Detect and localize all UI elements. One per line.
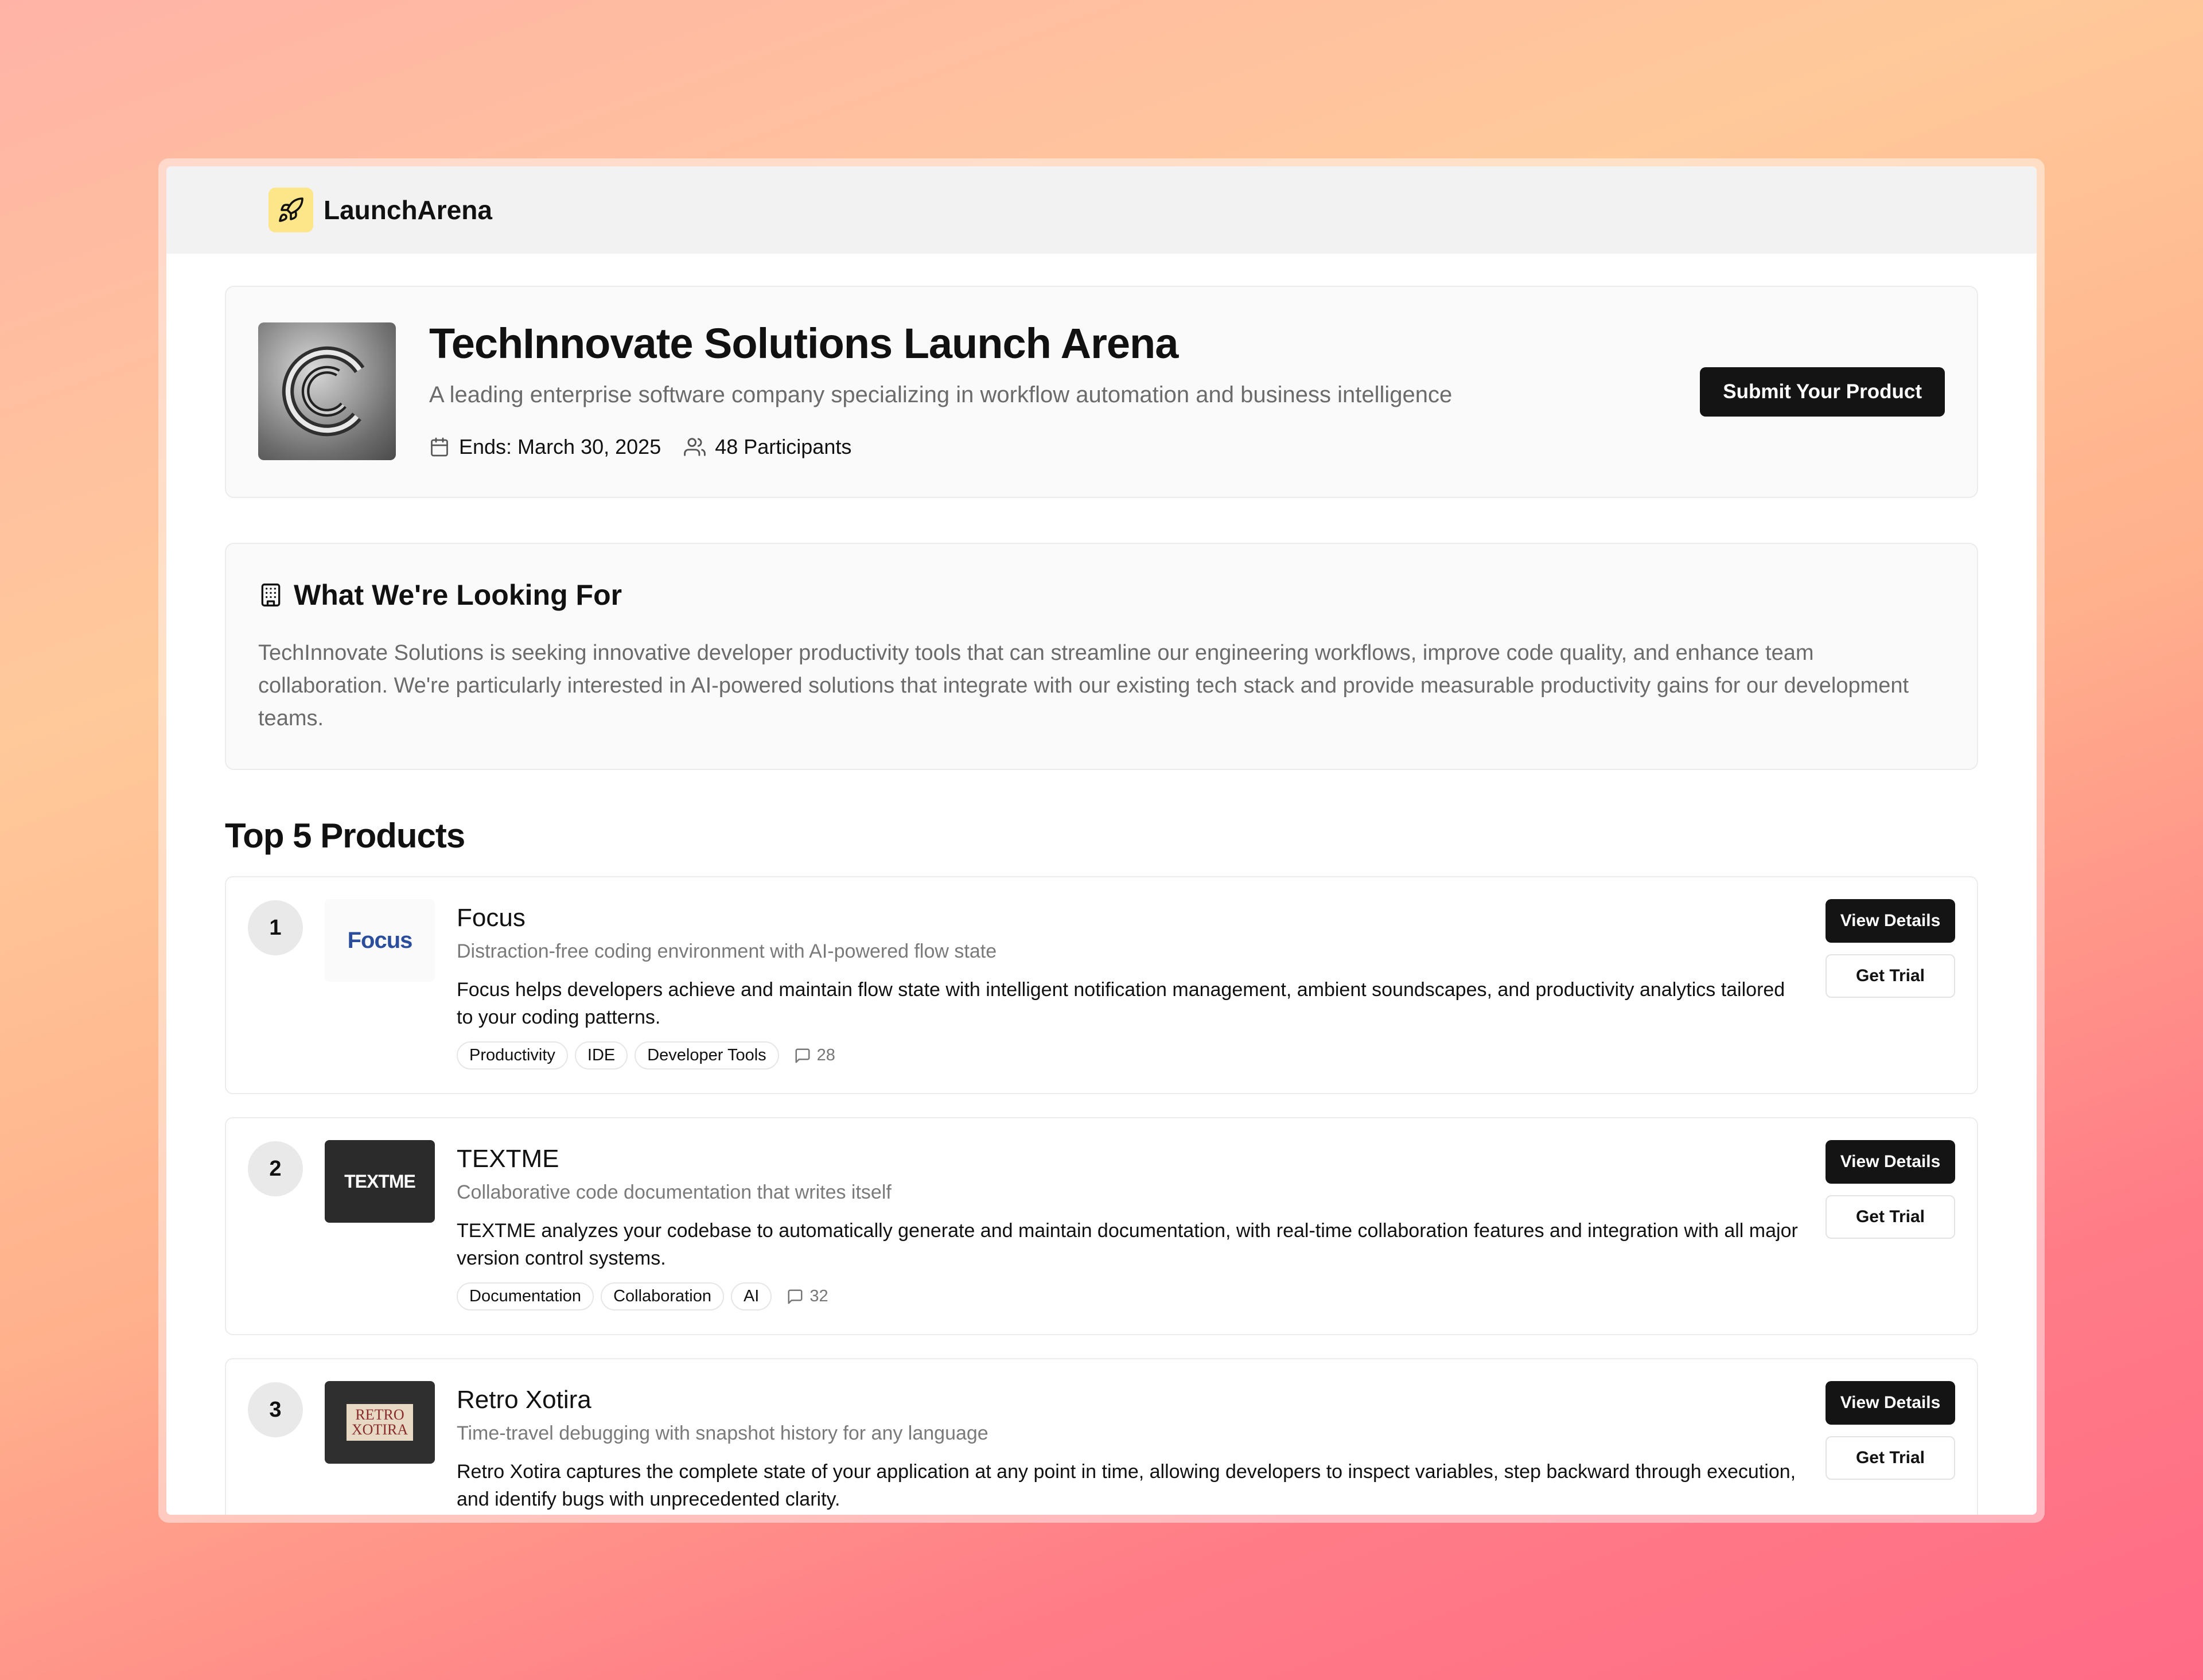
- tag-chip[interactable]: Developer Tools: [635, 1041, 779, 1070]
- submit-product-button[interactable]: Submit Your Product: [1700, 367, 1945, 417]
- brand-name[interactable]: LaunchArena: [324, 195, 492, 225]
- product-card: 3 RETRO XOTIRA Retro Xotira Time-travel …: [225, 1358, 1978, 1515]
- product-logo: Focus: [325, 899, 435, 982]
- app-content: LaunchArena TechInnovate Solutions Launc…: [166, 166, 2037, 1515]
- calendar-icon: [431, 437, 448, 457]
- product-card: 2 TEXTME TEXTME Collaborative code docum…: [225, 1117, 1978, 1335]
- comment-icon: [795, 1048, 810, 1063]
- rocket-icon[interactable]: [268, 188, 313, 232]
- tag-chip[interactable]: IDE: [574, 1041, 628, 1070]
- comment-count-text: 32: [809, 1287, 828, 1305]
- view-details-button[interactable]: View Details: [1826, 1140, 1955, 1184]
- users-icon: [684, 438, 706, 456]
- comment-count-text: 28: [816, 1046, 835, 1064]
- product-logo-text: TEXTME: [344, 1170, 416, 1192]
- product-logo: TEXTME: [325, 1140, 435, 1223]
- tag-chip[interactable]: Productivity: [457, 1041, 568, 1070]
- comment-count[interactable]: 28: [794, 1046, 835, 1065]
- product-logo-text: Focus: [347, 927, 413, 953]
- product-description: Retro Xotira captures the complete state…: [457, 1461, 1796, 1510]
- view-details-button[interactable]: View Details: [1826, 899, 1955, 943]
- looking-for-header: What We're Looking For: [258, 578, 622, 612]
- tag-chip[interactable]: AI: [730, 1282, 772, 1310]
- looking-for-title: What We're Looking For: [294, 579, 622, 611]
- participants: 48 Participants: [684, 435, 851, 459]
- app-window: LaunchArena TechInnovate Solutions Launc…: [158, 158, 2045, 1523]
- participants-text: 48 Participants: [715, 435, 852, 458]
- end-date-text: Ends: March 30, 2025: [459, 435, 661, 458]
- product-name[interactable]: Focus: [457, 904, 526, 932]
- product-tagline: Distraction-free coding environment with…: [457, 940, 997, 962]
- arena-title: TechInnovate Solutions Launch Arena: [429, 320, 1178, 367]
- top-products-title: Top 5 Products: [225, 816, 465, 855]
- looking-for-body: TechInnovate Solutions is seeking innova…: [258, 641, 1909, 730]
- looking-for-card: What We're Looking For TechInnovate Solu…: [225, 543, 1978, 770]
- end-date: Ends: March 30, 2025: [429, 435, 661, 459]
- building-icon: [261, 584, 281, 606]
- arena-hero-card: TechInnovate Solutions Launch Arena A le…: [225, 286, 1978, 498]
- arena-subtitle: A leading enterprise software company sp…: [429, 382, 1453, 407]
- tag-chip[interactable]: Collaboration: [601, 1282, 724, 1310]
- company-logo: [258, 322, 396, 460]
- top-navbar: LaunchArena: [166, 166, 2037, 254]
- product-tags: Productivity IDE Developer Tools 28: [457, 1041, 835, 1070]
- comment-count[interactable]: 32: [787, 1287, 828, 1306]
- product-description: TEXTME analyzes your codebase to automat…: [457, 1220, 1798, 1269]
- tag-chip[interactable]: Documentation: [457, 1282, 594, 1310]
- get-trial-button[interactable]: Get Trial: [1826, 1436, 1955, 1480]
- product-tags: Documentation Collaboration AI 32: [457, 1282, 828, 1310]
- product-logo: RETRO XOTIRA: [325, 1381, 435, 1464]
- get-trial-button[interactable]: Get Trial: [1826, 954, 1955, 998]
- rank-badge: 3: [248, 1382, 303, 1437]
- arena-meta: Ends: March 30, 2025 48 Participants: [429, 435, 874, 459]
- view-details-button[interactable]: View Details: [1826, 1381, 1955, 1425]
- rank-badge: 1: [248, 900, 303, 955]
- rank-badge: 2: [248, 1141, 303, 1196]
- product-name[interactable]: TEXTME: [457, 1145, 559, 1173]
- product-list: 1 Focus Focus Distraction-free coding en…: [225, 876, 1978, 1515]
- product-name[interactable]: Retro Xotira: [457, 1386, 591, 1414]
- main-content: TechInnovate Solutions Launch Arena A le…: [225, 286, 1978, 1515]
- product-description: Focus helps developers achieve and maint…: [457, 979, 1785, 1028]
- product-card: 1 Focus Focus Distraction-free coding en…: [225, 876, 1978, 1094]
- product-tagline: Time-travel debugging with snapshot hist…: [457, 1422, 988, 1444]
- get-trial-button[interactable]: Get Trial: [1826, 1195, 1955, 1239]
- product-logo-text: RETRO XOTIRA: [347, 1404, 413, 1441]
- comment-icon: [788, 1289, 803, 1304]
- product-tagline: Collaborative code documentation that wr…: [457, 1181, 892, 1203]
